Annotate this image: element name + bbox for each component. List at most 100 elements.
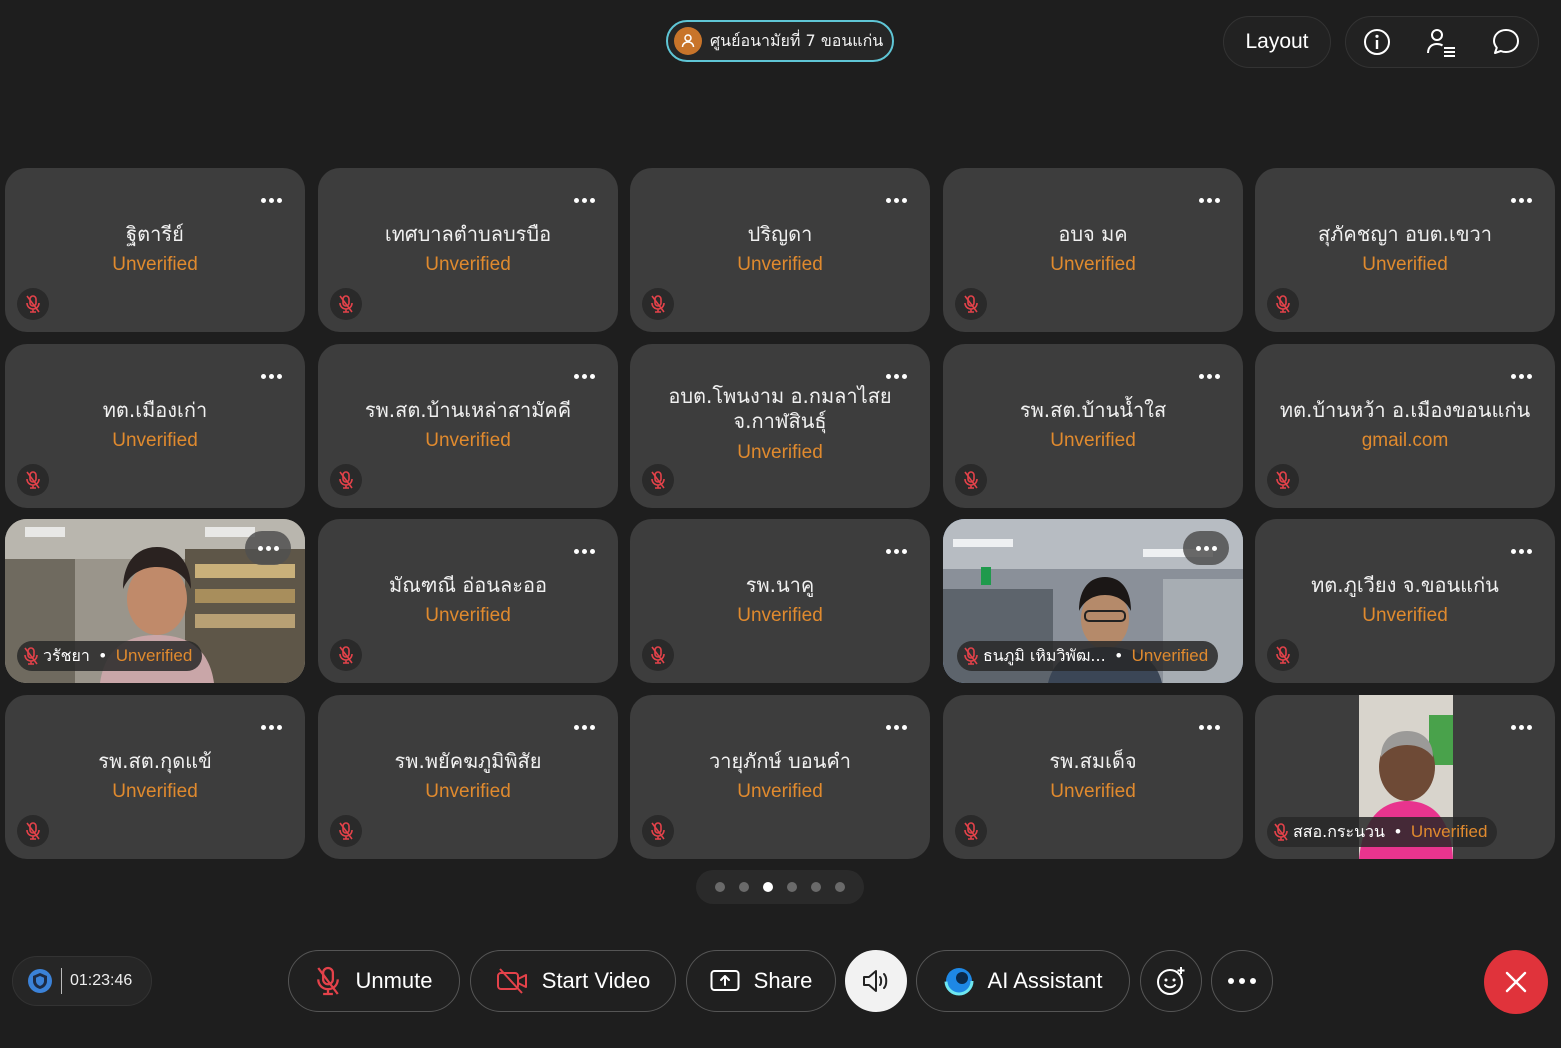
muted-mic-icon: [330, 288, 362, 320]
muted-mic-icon: [17, 288, 49, 320]
participant-name: วายุภักษ์ บอนคำ: [708, 749, 851, 773]
participant-tile[interactable]: รพ.สต.บ้านน้ำใส Unverified: [943, 344, 1243, 508]
more-options-icon[interactable]: [882, 186, 910, 214]
more-options-icon[interactable]: [882, 537, 910, 565]
muted-mic-icon: [955, 815, 987, 847]
more-options-icon[interactable]: [257, 186, 285, 214]
muted-mic-icon: [330, 815, 362, 847]
verification-status: Unverified: [1362, 254, 1448, 275]
more-options-icon[interactable]: [570, 186, 598, 214]
participant-name: รพ.สต.บ้านเหล่าสามัคคี: [364, 398, 572, 422]
verification-status: Unverified: [115, 646, 193, 665]
verification-status: Unverified: [1050, 781, 1136, 802]
participant-tile[interactable]: รพ.สมเด็จ Unverified: [943, 695, 1243, 859]
participant-name: ธนภูมิ เหิมวิพัฒ...: [983, 645, 1106, 665]
muted-mic-icon: [955, 464, 987, 496]
more-options-icon[interactable]: [570, 537, 598, 565]
page-dot[interactable]: [811, 882, 821, 892]
more-options-icon[interactable]: [245, 531, 291, 565]
participant-video-tile[interactable]: สสอ.กระนวน • Unverified: [1255, 695, 1555, 859]
participant-tile[interactable]: ปริญดา Unverified: [630, 168, 930, 332]
more-horizontal-icon: [1228, 978, 1256, 984]
participant-tile[interactable]: อบจ มค Unverified: [943, 168, 1243, 332]
participant-tile[interactable]: สุภัคชญา อบต.เขวา Unverified: [1255, 168, 1555, 332]
muted-mic-icon: [1267, 288, 1299, 320]
more-options-icon[interactable]: [1507, 362, 1535, 390]
meeting-timer[interactable]: 01:23:46: [12, 956, 152, 1006]
verification-status: Unverified: [425, 605, 511, 626]
shield-icon: [27, 968, 53, 994]
more-options-icon[interactable]: [1507, 713, 1535, 741]
participant-tile[interactable]: ทต.บ้านหว้า อ.เมืองขอนแก่น gmail.com: [1255, 344, 1555, 508]
muted-mic-icon: [955, 288, 987, 320]
ai-assistant-button[interactable]: AI Assistant: [916, 950, 1130, 1012]
more-actions-button[interactable]: [1211, 950, 1273, 1012]
verification-status: Unverified: [1362, 605, 1448, 626]
more-options-icon[interactable]: [257, 362, 285, 390]
speaker-button[interactable]: [845, 950, 907, 1012]
participant-tile[interactable]: วายุภักษ์ บอนคำ Unverified: [630, 695, 930, 859]
muted-mic-icon: [315, 966, 341, 996]
participant-tile[interactable]: รพ.นาคู Unverified: [630, 519, 930, 683]
person-icon: [674, 27, 702, 55]
info-icon[interactable]: [1363, 28, 1391, 56]
muted-mic-icon: [642, 464, 674, 496]
more-options-icon[interactable]: [1507, 186, 1535, 214]
muted-mic-icon: [963, 647, 979, 665]
participant-name: อบจ มค: [1058, 222, 1128, 246]
participant-name: ปริญดา: [747, 222, 813, 246]
participant-name: รพ.พยัคฆภูมิพิสัย: [394, 749, 542, 773]
more-options-icon[interactable]: [1507, 537, 1535, 565]
more-options-icon[interactable]: [882, 713, 910, 741]
more-options-icon[interactable]: [1195, 362, 1223, 390]
layout-button[interactable]: Layout: [1223, 16, 1331, 68]
more-options-icon[interactable]: [1195, 186, 1223, 214]
chat-icon[interactable]: [1491, 27, 1521, 57]
participant-tile[interactable]: มัณฑณี อ่อนละออ Unverified: [318, 519, 618, 683]
participant-tile[interactable]: ทต.ภูเวียง จ.ขอนแก่น Unverified: [1255, 519, 1555, 683]
participant-name: สสอ.กระนวน: [1293, 821, 1385, 841]
close-icon: [1504, 970, 1528, 994]
participant-video-tile[interactable]: ธนภูมิ เหิมวิพัฒ... • Unverified: [943, 519, 1243, 683]
participant-tile[interactable]: รพ.พยัคฆภูมิพิสัย Unverified: [318, 695, 618, 859]
unmute-button[interactable]: Unmute: [288, 950, 460, 1012]
page-dot[interactable]: [835, 882, 845, 892]
muted-mic-icon: [23, 647, 39, 665]
reactions-button[interactable]: [1140, 950, 1202, 1012]
participant-name: ทต.บ้านหว้า อ.เมืองขอนแก่น: [1279, 398, 1531, 422]
more-options-icon[interactable]: [1195, 713, 1223, 741]
start-video-button[interactable]: Start Video: [470, 950, 676, 1012]
muted-mic-icon: [642, 288, 674, 320]
page-dot-current[interactable]: [763, 882, 773, 892]
participant-name: ทต.เมืองเก่า: [102, 398, 208, 422]
share-button[interactable]: Share: [686, 950, 836, 1012]
participant-tile[interactable]: อบต.โพนงาม อ.กมลาไสย จ.กาฬสินธุ์ Unverif…: [630, 344, 930, 508]
share-screen-icon: [710, 969, 740, 993]
page-dot[interactable]: [715, 882, 725, 892]
more-options-icon[interactable]: [570, 362, 598, 390]
more-options-icon[interactable]: [570, 713, 598, 741]
participants-icon[interactable]: [1425, 27, 1457, 57]
verification-status: Unverified: [1050, 430, 1136, 451]
muted-mic-icon: [642, 639, 674, 671]
page-dot[interactable]: [787, 882, 797, 892]
participant-tile[interactable]: ทต.เมืองเก่า Unverified: [5, 344, 305, 508]
unmute-label: Unmute: [355, 968, 433, 993]
page-dot[interactable]: [739, 882, 749, 892]
participant-video-tile[interactable]: วรัชยา • Unverified: [5, 519, 305, 683]
host-pill[interactable]: ศูนย์อนามัยที่ 7 ขอนแก่น: [666, 20, 894, 62]
more-options-icon[interactable]: [257, 713, 285, 741]
participant-tile[interactable]: ฐิตารีย์ Unverified: [5, 168, 305, 332]
participant-tile[interactable]: รพ.สต.กุดแข้ Unverified: [5, 695, 305, 859]
muted-mic-icon: [330, 464, 362, 496]
participant-name: สุภัคชญา อบต.เขวา: [1318, 222, 1492, 246]
verification-status: Unverified: [425, 254, 511, 275]
participant-name: ทต.ภูเวียง จ.ขอนแก่น: [1311, 573, 1499, 597]
muted-mic-icon: [17, 464, 49, 496]
participant-tile[interactable]: เทศบาลตำบลบรบือ Unverified: [318, 168, 618, 332]
more-options-icon[interactable]: [1183, 531, 1229, 565]
muted-mic-icon: [1267, 464, 1299, 496]
leave-meeting-button[interactable]: [1484, 950, 1548, 1014]
video-off-icon: [496, 967, 528, 995]
participant-tile[interactable]: รพ.สต.บ้านเหล่าสามัคคี Unverified: [318, 344, 618, 508]
